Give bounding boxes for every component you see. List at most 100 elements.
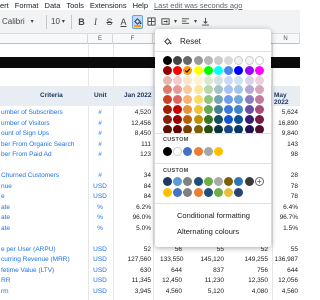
- alternating-colours-item[interactable]: Alternating colours: [177, 227, 239, 236]
- color-swatch[interactable]: [193, 56, 203, 65]
- color-swatch[interactable]: [163, 65, 172, 75]
- criteria-cell[interactable]: rm: [1, 288, 9, 295]
- text-color-button[interactable]: A: [118, 15, 129, 29]
- custom-color-swatch[interactable]: [163, 147, 172, 156]
- bold-button[interactable]: B: [76, 15, 87, 29]
- may-value-cell[interactable]: 28: [272, 172, 298, 179]
- color-swatch[interactable]: [234, 85, 244, 95]
- color-swatch[interactable]: [244, 114, 254, 124]
- custom-color-swatch[interactable]: [203, 177, 213, 186]
- color-swatch[interactable]: [224, 85, 234, 95]
- criteria-cell[interactable]: ber From Paid Ad: [1, 151, 52, 158]
- color-swatch[interactable]: [244, 95, 254, 105]
- g-value-cell[interactable]: 12,450: [160, 277, 182, 284]
- column-header-e[interactable]: E: [88, 34, 113, 44]
- reset-button[interactable]: Reset: [163, 37, 201, 46]
- h-value-cell[interactable]: 145,120: [200, 256, 225, 263]
- custom-color-swatch[interactable]: [224, 177, 234, 186]
- unit-cell[interactable]: %: [90, 225, 110, 232]
- italic-button[interactable]: I: [90, 15, 101, 29]
- color-swatch[interactable]: [173, 95, 183, 105]
- custom-color-swatch[interactable]: [203, 188, 213, 197]
- custom-color-swatch[interactable]: [183, 177, 193, 186]
- unit-cell[interactable]: USD: [90, 267, 110, 274]
- criteria-cell[interactable]: e: [1, 193, 5, 200]
- color-swatch[interactable]: [173, 75, 183, 85]
- may-value-cell[interactable]: 78: [272, 183, 298, 190]
- custom-color-swatch[interactable]: [173, 147, 183, 156]
- jan-value-cell[interactable]: 11,345: [113, 277, 151, 284]
- unit-cell[interactable]: #: [90, 120, 110, 127]
- color-swatch[interactable]: [234, 105, 244, 114]
- jan-value-cell[interactable]: 3,945: [113, 288, 151, 295]
- color-swatch[interactable]: [173, 114, 183, 124]
- jan-value-cell[interactable]: 96.0%: [113, 214, 151, 221]
- custom-color-swatch[interactable]: [224, 188, 234, 197]
- menu-extensions[interactable]: Extensions: [90, 1, 127, 10]
- custom-color-swatch[interactable]: [163, 188, 172, 197]
- i-value-cell[interactable]: 756: [236, 267, 268, 274]
- criteria-cell[interactable]: ber From Organic Search: [1, 141, 74, 148]
- h-value-cell[interactable]: 11,230: [200, 277, 224, 284]
- custom-color-swatch[interactable]: [183, 188, 193, 197]
- color-swatch[interactable]: [183, 65, 193, 75]
- may-value-cell[interactable]: 96.7%: [272, 214, 298, 221]
- unit-cell[interactable]: #: [90, 172, 110, 179]
- color-swatch[interactable]: [203, 105, 213, 114]
- jan-value-cell[interactable]: 5.0%: [113, 225, 151, 232]
- may-value-cell[interactable]: 136,987: [272, 256, 299, 263]
- criteria-cell[interactable]: e per User (ARPU): [1, 246, 56, 253]
- color-swatch[interactable]: [214, 114, 223, 124]
- criteria-cell[interactable]: ate: [1, 225, 10, 232]
- color-swatch[interactable]: [214, 56, 223, 65]
- g-value-cell[interactable]: 4,560: [160, 288, 182, 295]
- may-value-cell[interactable]: 9,840: [272, 130, 298, 137]
- criteria-cell[interactable]: Churned Customers: [1, 172, 59, 179]
- i-value-cell[interactable]: 149,255: [236, 256, 269, 263]
- unit-cell[interactable]: USD: [90, 288, 110, 295]
- may-value-cell[interactable]: 1.5%: [272, 225, 298, 232]
- unit-cell[interactable]: %: [90, 214, 110, 221]
- column-header-f[interactable]: F: [113, 34, 153, 44]
- color-swatch[interactable]: [193, 65, 203, 75]
- color-swatch[interactable]: [234, 65, 244, 75]
- criteria-cell[interactable]: curring Revenue (MRR): [1, 256, 70, 263]
- color-swatch[interactable]: [214, 105, 223, 114]
- color-swatch[interactable]: [224, 114, 234, 124]
- color-swatch[interactable]: [163, 95, 172, 105]
- column-header[interactable]: [0, 34, 88, 44]
- unit-cell[interactable]: USD: [90, 277, 110, 284]
- unit-cell[interactable]: #: [90, 151, 110, 158]
- color-swatch[interactable]: [163, 105, 172, 114]
- color-swatch[interactable]: [244, 75, 254, 85]
- color-swatch[interactable]: [214, 85, 223, 95]
- h-value-cell[interactable]: 5,120: [200, 288, 224, 295]
- jan-value-cell[interactable]: 127,560: [113, 256, 152, 263]
- jan-value-cell[interactable]: 12,456: [113, 120, 151, 127]
- custom-color-swatch[interactable]: [244, 177, 254, 186]
- jan-value-cell[interactable]: 52: [113, 246, 151, 253]
- color-swatch[interactable]: [183, 114, 193, 124]
- column-header-n[interactable]: N: [272, 34, 300, 44]
- color-swatch[interactable]: [254, 114, 264, 124]
- custom-color-swatch[interactable]: [193, 188, 203, 197]
- color-swatch[interactable]: [203, 65, 213, 75]
- color-swatch[interactable]: [234, 56, 244, 65]
- jan-value-cell[interactable]: 8,450: [113, 130, 151, 137]
- may-value-cell[interactable]: 143: [272, 141, 298, 148]
- jan-value-cell[interactable]: 84: [113, 193, 151, 200]
- color-swatch[interactable]: [224, 56, 234, 65]
- color-swatch[interactable]: [203, 95, 213, 105]
- font-size-selector[interactable]: 10 ▾: [51, 15, 67, 29]
- custom-color-swatch[interactable]: [183, 147, 193, 156]
- criteria-cell[interactable]: fetime Value (LTV): [1, 267, 54, 274]
- menu-tools[interactable]: Tools: [66, 1, 84, 10]
- jan-value-cell[interactable]: 4,520: [113, 109, 151, 116]
- color-swatch[interactable]: [203, 75, 213, 85]
- custom-color-swatch[interactable]: [234, 188, 244, 197]
- color-swatch[interactable]: [254, 85, 264, 95]
- jan-value-cell[interactable]: 34: [113, 172, 151, 179]
- color-swatch[interactable]: [193, 75, 203, 85]
- i-value-cell[interactable]: 12,350: [236, 277, 268, 284]
- color-swatch[interactable]: [234, 95, 244, 105]
